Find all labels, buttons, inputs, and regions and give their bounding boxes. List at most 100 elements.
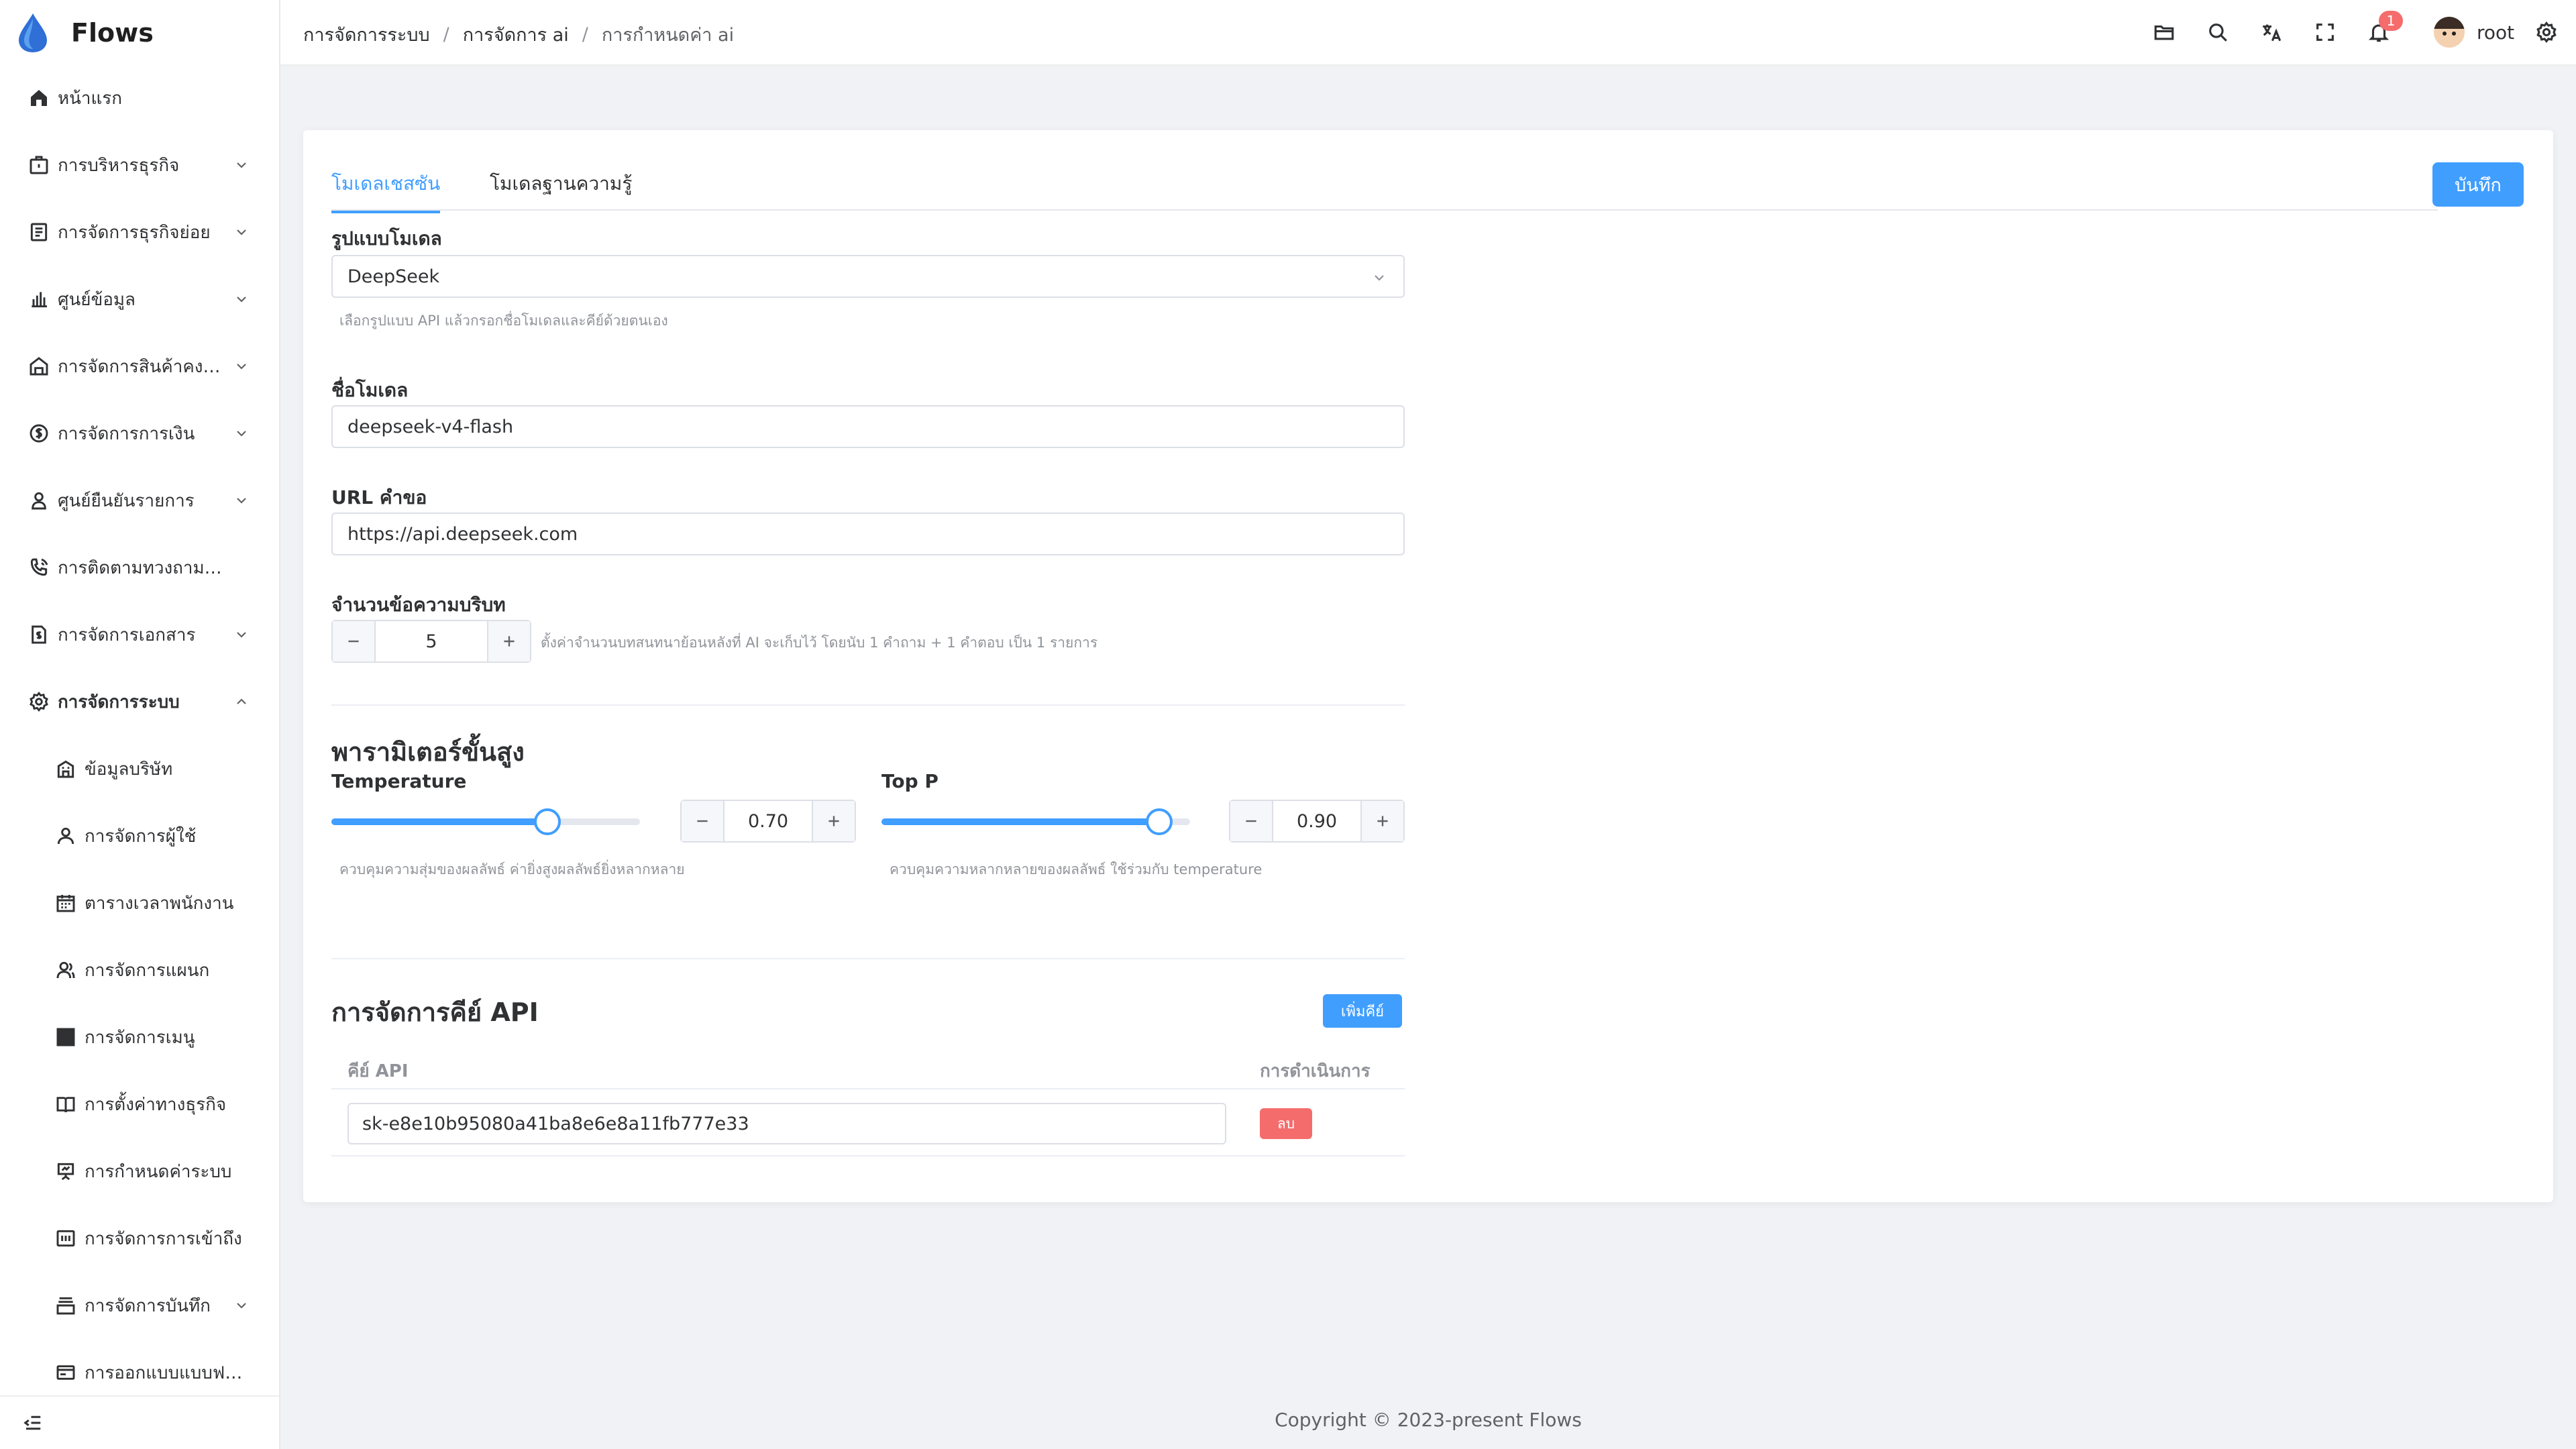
sidebar-item-home[interactable]: หน้าแรก bbox=[0, 64, 279, 131]
sidebar-item-label: ข้อมูลบริษัท bbox=[85, 759, 173, 780]
plus-icon bbox=[1377, 816, 1388, 826]
temperature-label: Temperature bbox=[331, 770, 467, 792]
breadcrumb: การจัดการระบบ / การจัดการ ai / การกำหนดค… bbox=[303, 20, 734, 49]
menu-fold-icon bbox=[23, 1415, 41, 1430]
model-type-help: เลือกรูปแบบ API แล้วกรอกชื่อโมเดลและคีย์… bbox=[339, 313, 668, 329]
fullscreen-button[interactable] bbox=[2310, 17, 2340, 47]
decrease-button[interactable] bbox=[682, 801, 724, 841]
sidebar-item-schedule[interactable]: ตารางเวลาพนักงาน bbox=[0, 869, 279, 936]
table-row: sk-e8e10b95080a41ba8e6e8a11fb777e33 ลบ bbox=[331, 1091, 1405, 1157]
top-p-stepper[interactable]: 0.90 bbox=[1229, 800, 1405, 843]
sidebar-item-logs[interactable]: การจัดการบันทึก bbox=[0, 1272, 279, 1339]
sidebar-item-debt-collection[interactable]: การติดตามทวงถามหนี้ bbox=[0, 534, 279, 601]
model-name-label: ชื่อโมเดล bbox=[331, 379, 409, 401]
context-count-value[interactable]: 5 bbox=[376, 621, 487, 661]
top-p-slider[interactable] bbox=[881, 808, 1190, 835]
sidebar-item-data-center[interactable]: ศูนย์ข้อมูล bbox=[0, 266, 279, 333]
archive-icon bbox=[55, 1295, 76, 1316]
temperature-help: ควบคุมความสุ่มของผลลัพธ์ ค่ายิ่งสูงผลลัพ… bbox=[339, 861, 685, 877]
sidebar-item-sub-business[interactable]: การจัดการธุรกิจย่อย bbox=[0, 199, 279, 266]
slider-fill bbox=[331, 818, 547, 825]
increase-button[interactable] bbox=[487, 621, 530, 661]
save-button[interactable]: บันทึก bbox=[2432, 162, 2524, 207]
model-type-select[interactable]: DeepSeek bbox=[331, 255, 1405, 298]
sidebar-item-business[interactable]: การบริหารธุรกิจ bbox=[0, 131, 279, 199]
sidebar-item-system-config[interactable]: การกำหนดค่าระบบ bbox=[0, 1138, 279, 1205]
top-p-label: Top P bbox=[881, 770, 938, 792]
sidebar-item-label: ศูนย์ยืนยันรายการ bbox=[58, 490, 195, 511]
decrease-button[interactable] bbox=[1230, 801, 1273, 841]
sidebar-item-system[interactable]: การจัดการระบบ bbox=[0, 668, 279, 735]
context-count-help: ตั้งค่าจำนวนบทสนทนาย้อนหลังที่ AI จะเก็บ… bbox=[541, 635, 1098, 651]
temperature-slider[interactable] bbox=[331, 808, 640, 835]
briefcase-icon bbox=[28, 154, 50, 176]
search-button[interactable] bbox=[2203, 17, 2233, 47]
presentation-icon bbox=[55, 1161, 76, 1182]
plus-icon bbox=[828, 816, 839, 826]
model-type-value: DeepSeek bbox=[347, 266, 440, 287]
model-name-value: deepseek-v4-flash bbox=[347, 416, 514, 437]
chevron-down-icon bbox=[233, 157, 250, 173]
sidebar-item-inventory[interactable]: การจัดการสินค้าคงคลัง bbox=[0, 333, 279, 400]
api-key-input[interactable]: sk-e8e10b95080a41ba8e6e8a11fb777e33 bbox=[347, 1103, 1226, 1144]
add-key-button[interactable]: เพิ่มคีย์ bbox=[1323, 994, 1402, 1028]
context-count-stepper[interactable]: 5 bbox=[331, 620, 531, 663]
footer-copyright: Copyright © 2023-present Flows bbox=[1275, 1409, 1582, 1431]
gear-icon bbox=[28, 691, 50, 712]
minus-icon bbox=[348, 640, 359, 643]
notification-badge: 1 bbox=[2379, 11, 2403, 31]
request-url-input[interactable]: https://api.deepseek.com bbox=[331, 513, 1405, 555]
sidebar-item-menus[interactable]: การจัดการเมนู bbox=[0, 1004, 279, 1071]
folder-button[interactable] bbox=[2149, 17, 2179, 47]
increase-button[interactable] bbox=[1360, 801, 1403, 841]
language-button[interactable] bbox=[2257, 17, 2286, 47]
sidebar-item-users[interactable]: การจัดการผู้ใช้ bbox=[0, 802, 279, 869]
slider-handle[interactable] bbox=[534, 808, 561, 835]
collapse-sidebar-button[interactable] bbox=[0, 1395, 279, 1449]
breadcrumb-item[interactable]: การจัดการระบบ bbox=[303, 20, 430, 49]
sidebar-item-company-info[interactable]: ข้อมูลบริษัท bbox=[0, 735, 279, 802]
notification-button[interactable]: 1 bbox=[2364, 11, 2403, 47]
slider-handle[interactable] bbox=[1146, 808, 1173, 835]
delete-key-button[interactable]: ลบ bbox=[1260, 1108, 1312, 1139]
grid-icon bbox=[55, 1026, 76, 1048]
sidebar-item-confirm-center[interactable]: ศูนย์ยืนยันรายการ bbox=[0, 467, 279, 534]
sidebar-item-label: การจัดการบันทึก bbox=[85, 1295, 211, 1316]
user-icon bbox=[55, 825, 76, 847]
app-logo[interactable]: Flows bbox=[15, 12, 154, 54]
user-menu[interactable]: root bbox=[2434, 15, 2514, 50]
temperature-stepper[interactable]: 0.70 bbox=[680, 800, 856, 843]
context-count-label: จำนวนข้อความบริบท bbox=[331, 594, 506, 616]
folder-icon bbox=[2154, 25, 2174, 40]
breadcrumb-item[interactable]: การจัดการ ai bbox=[463, 20, 569, 49]
chevron-down-icon bbox=[233, 291, 250, 307]
user-check-icon bbox=[28, 490, 50, 511]
avatar bbox=[2434, 17, 2465, 48]
decrease-button[interactable] bbox=[333, 621, 376, 661]
tab-knowledge-model[interactable]: โมเดลฐานความรู้ bbox=[490, 169, 632, 211]
sidebar-item-label: การตั้งค่าทางธุรกิจ bbox=[85, 1094, 227, 1115]
sidebar-item-label: การจัดการแผนก bbox=[85, 960, 210, 981]
sidebar-item-label: ศูนย์ข้อมูล bbox=[58, 289, 136, 310]
chevron-down-icon bbox=[233, 425, 250, 441]
chevron-down-icon bbox=[233, 627, 250, 643]
settings-button[interactable] bbox=[2532, 17, 2561, 47]
sidebar-item-finance[interactable]: การจัดการการเงิน bbox=[0, 400, 279, 467]
calendar-icon bbox=[55, 892, 76, 914]
warehouse-icon bbox=[28, 356, 50, 377]
breadcrumb-current: การกำหนดค่า ai bbox=[601, 25, 735, 46]
sidebar-item-label: การบริหารธุรกิจ bbox=[58, 155, 180, 176]
sidebar-item-access[interactable]: การจัดการการเข้าถึง bbox=[0, 1205, 279, 1272]
sidebar-item-departments[interactable]: การจัดการแผนก bbox=[0, 936, 279, 1004]
increase-button[interactable] bbox=[812, 801, 855, 841]
company-icon bbox=[55, 758, 76, 780]
sidebar-item-business-settings[interactable]: การตั้งค่าทางธุรกิจ bbox=[0, 1071, 279, 1138]
top-p-value[interactable]: 0.90 bbox=[1273, 801, 1360, 841]
chevron-down-icon bbox=[233, 492, 250, 508]
droplet-logo-icon bbox=[19, 13, 47, 52]
tab-session-model[interactable]: โมเดลเชสซัน bbox=[331, 169, 441, 213]
sidebar-item-label: การจัดการระบบ bbox=[58, 692, 180, 712]
model-name-input[interactable]: deepseek-v4-flash bbox=[331, 405, 1405, 448]
sidebar-item-documents[interactable]: การจัดการเอกสาร bbox=[0, 601, 279, 668]
temperature-value[interactable]: 0.70 bbox=[724, 801, 812, 841]
